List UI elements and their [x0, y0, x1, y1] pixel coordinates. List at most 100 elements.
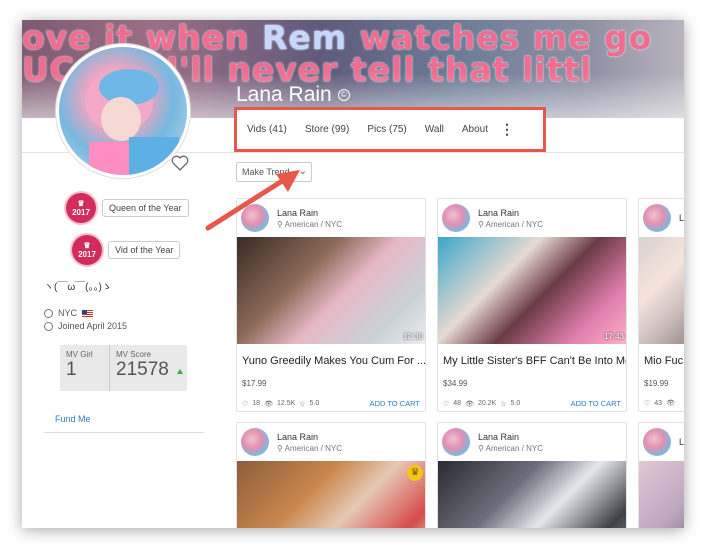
star-icon: ☆	[500, 400, 507, 408]
author-name[interactable]: Lana Rain	[478, 208, 543, 218]
like-count: 43	[654, 399, 663, 407]
view-count: 12.5K	[276, 400, 296, 407]
favorite-heart-icon[interactable]	[170, 153, 190, 173]
award-year: 2017	[78, 249, 96, 259]
author-name[interactable]: L	[679, 437, 684, 447]
award-crown-icon: ♛ 2017	[72, 235, 102, 265]
author-location: ⚲ American / NYC	[277, 443, 342, 453]
author-location: ⚲ American / NYC	[478, 443, 543, 453]
profile-kaomoji: ヽ(￣ω￣(。。)ゝ	[44, 282, 112, 293]
app-frame: ove it when Rem watches me go UC but I'l…	[22, 20, 684, 528]
mv-girl-label: MV Girl	[66, 350, 93, 359]
profile-name-text: Lana Rain	[236, 83, 332, 106]
mv-score-stat: MV Score 21578	[110, 345, 183, 391]
video-stats: ♡ 43 👁	[639, 388, 684, 408]
eye-icon: 👁	[465, 400, 474, 408]
author-avatar[interactable]	[241, 428, 269, 456]
video-price: $17.99	[242, 379, 267, 388]
location-pin-icon	[44, 308, 53, 318]
award-label: Queen of the Year	[102, 199, 189, 217]
author-location: ⚲ American / NYC	[478, 219, 543, 229]
profile-tabs: Vids (41) Store (99) Pics (75) Wall Abou…	[234, 107, 546, 152]
video-thumbnail[interactable]: 17:43	[438, 237, 626, 344]
award-badge-vid: ♛ 2017 Vid of the Year	[72, 235, 181, 265]
video-card[interactable]: L	[638, 422, 684, 528]
view-count: 20.2K	[477, 400, 497, 407]
mv-girl-value: 1	[66, 359, 77, 380]
author-name[interactable]: Lana Rain	[277, 432, 342, 442]
like-count: 48	[453, 400, 462, 407]
location-text: NYC	[58, 308, 78, 318]
mv-score-label: MV Score	[116, 350, 152, 359]
profile-name: Lana Rain ©	[236, 83, 350, 107]
heart-icon[interactable]: ♡	[242, 400, 248, 408]
video-thumbnail[interactable]: ♛	[237, 461, 425, 528]
tab-about[interactable]: About	[462, 124, 488, 135]
author-location-text: American / NYC	[485, 219, 543, 229]
joined-text: Joined April 2015	[58, 321, 128, 331]
author-location-text: American / NYC	[284, 443, 342, 453]
eye-icon: 👁	[666, 400, 675, 407]
eye-icon: 👁	[264, 400, 273, 408]
rating: 5.0	[309, 400, 320, 407]
like-count: 18	[252, 400, 261, 407]
video-card[interactable]: Lana Rain ⚲ American / NYC 17:43 My Litt…	[437, 198, 627, 412]
heart-icon[interactable]: ♡	[644, 399, 650, 407]
nav-divider	[228, 152, 684, 153]
card-header: Lana Rain ⚲ American / NYC	[438, 423, 626, 461]
award-badge-queen: ♛ 2017 Queen of the Year	[66, 193, 189, 223]
video-thumbnail[interactable]: 12:30	[237, 237, 425, 344]
tab-store[interactable]: Store (99)	[305, 124, 349, 135]
video-thumbnail[interactable]	[639, 237, 684, 344]
card-header: L	[639, 423, 684, 461]
card-header: Lana Rain ⚲ American / NYC	[438, 199, 626, 237]
author-avatar[interactable]	[643, 204, 671, 232]
author-location-text: American / NYC	[485, 443, 543, 453]
video-duration: 17:43	[603, 332, 624, 341]
score-panel: MV Girl 1 MV Score 21578	[60, 345, 187, 391]
author-avatar[interactable]	[442, 204, 470, 232]
video-price: $34.99	[443, 379, 468, 388]
heart-icon[interactable]: ♡	[443, 400, 449, 408]
fund-me-link[interactable]: Fund Me	[55, 414, 91, 424]
annotation-arrow	[205, 170, 300, 231]
tab-pics[interactable]: Pics (75)	[367, 124, 406, 135]
crown-icon: ♛	[407, 465, 423, 481]
video-card[interactable]: Lana Rain ⚲ American / NYC ♛	[236, 422, 426, 528]
video-stats: ♡ 48 👁 20.2K ☆ 5.0 ADD TO CART	[438, 388, 626, 408]
more-options-icon[interactable]: ⋮	[500, 121, 514, 138]
tab-wall[interactable]: Wall	[425, 124, 444, 135]
video-thumbnail[interactable]	[438, 461, 626, 528]
profile-location: NYC	[44, 308, 94, 318]
mv-girl-stat: MV Girl 1	[60, 345, 110, 391]
author-name[interactable]: L	[679, 213, 684, 223]
author-avatar[interactable]	[643, 428, 671, 456]
card-header: Lana Rain ⚲ American / NYC	[237, 423, 425, 461]
video-card[interactable]: Lana Rain ⚲ American / NYC	[437, 422, 627, 528]
author-name[interactable]: Lana Rain	[478, 432, 543, 442]
video-thumbnail[interactable]	[639, 461, 684, 528]
clock-icon	[44, 321, 53, 331]
video-title[interactable]: My Little Sister's BFF Can't Be Into Me	[438, 344, 626, 367]
us-flag-icon	[82, 309, 94, 317]
fund-divider	[44, 432, 204, 433]
copyright-badge-icon: ©	[337, 89, 350, 101]
author-avatar[interactable]	[442, 428, 470, 456]
profile-joined: Joined April 2015	[44, 321, 127, 331]
star-icon: ☆	[299, 400, 306, 408]
video-duration: 12:30	[402, 332, 423, 341]
add-to-cart-button[interactable]: ADD TO CART	[571, 399, 621, 408]
tab-vids[interactable]: Vids (41)	[247, 124, 287, 135]
award-year: 2017	[72, 207, 90, 217]
video-stats: ♡ 18 👁 12.5K ☆ 5.0 ADD TO CART	[237, 388, 425, 408]
video-price: $19.99	[644, 379, 669, 388]
award-label: Vid of the Year	[108, 241, 181, 259]
rating: 5.0	[510, 400, 521, 407]
trend-up-icon	[176, 369, 183, 374]
award-crown-icon: ♛ 2017	[66, 193, 96, 223]
video-title[interactable]: Mio Fuc	[639, 344, 684, 367]
video-card[interactable]: L Mio Fuc $19.99 ♡ 43 👁	[638, 198, 684, 412]
video-title[interactable]: Yuno Greedily Makes You Cum For ...	[237, 344, 425, 367]
card-header: L	[639, 199, 684, 237]
add-to-cart-button[interactable]: ADD TO CART	[370, 399, 420, 408]
